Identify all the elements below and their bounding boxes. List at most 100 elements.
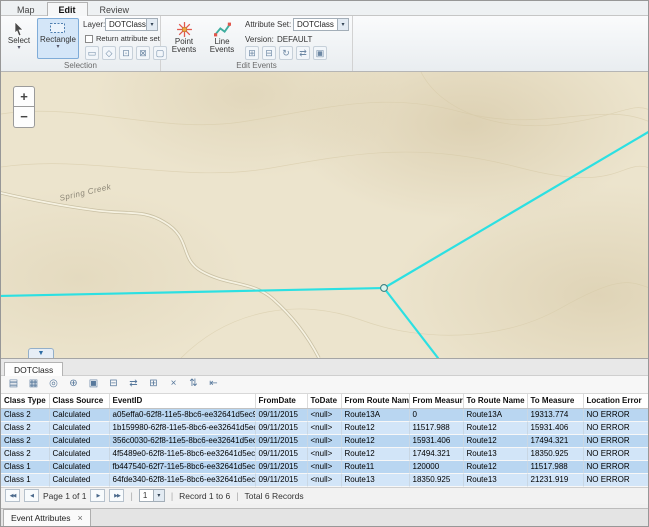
table-cell[interactable]: Calculated — [49, 447, 109, 460]
table-cell[interactable]: fb447540-62f7-11e5-8bc6-ee32641d5ec9 — [109, 460, 255, 473]
zoom-to-selected-icon[interactable]: ◎ — [46, 377, 61, 392]
table-cell[interactable]: Route12 — [463, 460, 527, 473]
page-size-dropdown[interactable]: 1 ▾ — [139, 489, 165, 502]
tab-review[interactable]: Review — [88, 2, 142, 16]
table-cell[interactable]: Route12 — [341, 434, 409, 447]
point-events-button[interactable]: Point Events — [166, 18, 202, 59]
table-cell[interactable]: Route12 — [341, 447, 409, 460]
column-header-to-route-name[interactable]: To Route Name — [463, 394, 527, 408]
table-cell[interactable]: 17494.321 — [527, 434, 583, 447]
column-header-fromdate[interactable]: FromDate — [255, 394, 307, 408]
table-cell[interactable]: 0 — [409, 408, 463, 421]
table-cell[interactable]: Route13A — [341, 408, 409, 421]
table-cell[interactable]: 18350.925 — [409, 473, 463, 486]
refresh-events-icon[interactable]: ↻ — [279, 46, 293, 60]
column-header-location-error[interactable]: Location Error — [583, 394, 649, 408]
table-cell[interactable]: Route12 — [463, 434, 527, 447]
table-cell[interactable]: NO ERROR — [583, 408, 649, 421]
route-line-south[interactable] — [384, 288, 438, 358]
table-cell[interactable]: Class 2 — [1, 447, 49, 460]
table-cell[interactable]: NO ERROR — [583, 460, 649, 473]
table-cell[interactable]: 4f5489e0-62f8-11e5-8bc6-ee32641d5ec9 — [109, 447, 255, 460]
column-header-to-measure[interactable]: To Measure — [527, 394, 583, 408]
route-junction-vertex[interactable] — [381, 285, 388, 292]
tab-edit[interactable]: Edit — [47, 2, 88, 16]
table-cell[interactable]: 15931.406 — [409, 434, 463, 447]
table-cell[interactable]: Route11 — [341, 460, 409, 473]
edit-record-icon[interactable]: ⊞ — [146, 377, 161, 392]
attribute-set-menu-icon[interactable]: ▤ — [6, 377, 21, 392]
save-edits-icon[interactable]: ▣ — [86, 377, 101, 392]
sort-records-icon[interactable]: ⇅ — [186, 377, 201, 392]
transfer-events-icon[interactable]: ⇄ — [296, 46, 310, 60]
fit-columns-icon[interactable]: ⇤ — [206, 377, 221, 392]
table-cell[interactable]: Calculated — [49, 434, 109, 447]
zoom-out-button[interactable]: − — [13, 107, 35, 128]
return-attribute-set-checkbox[interactable] — [85, 35, 93, 43]
table-cell[interactable]: Class 2 — [1, 434, 49, 447]
table-cell[interactable]: <null> — [307, 434, 341, 447]
table-cell[interactable]: 09/11/2015 — [255, 421, 307, 434]
table-cell[interactable]: 09/11/2015 — [255, 473, 307, 486]
route-line-northeast[interactable] — [384, 131, 649, 288]
table-cell[interactable]: 11517.988 — [527, 460, 583, 473]
layer-dropdown[interactable]: DOTClass ▾ — [105, 18, 158, 31]
table-cell[interactable]: 21231.919 — [527, 473, 583, 486]
table-cell[interactable]: 64fde340-62f8-11e5-8bc6-ee32641d5ec9 — [109, 473, 255, 486]
column-header-from-route-name[interactable]: From Route Name — [341, 394, 409, 408]
select-by-attributes-icon[interactable]: ⊡ — [119, 46, 133, 60]
table-cell[interactable]: 356c0030-62f8-11e5-8bc6-ee32641d5ec9 — [109, 434, 255, 447]
table-cell[interactable]: Route12 — [341, 421, 409, 434]
table-cell[interactable]: 19313.774 — [527, 408, 583, 421]
tab-map[interactable]: Map — [5, 2, 47, 16]
select-button[interactable]: Select ▾ — [3, 18, 35, 59]
rectangle-select-button[interactable]: Rectangle ▾ — [37, 18, 79, 59]
collapse-panel-button[interactable]: ▼ — [28, 348, 54, 358]
table-row[interactable]: Class 2Calculateda05effa0-62f8-11e5-8bc6… — [1, 408, 649, 421]
select-polygon-icon[interactable]: ◇ — [102, 46, 116, 60]
table-cell[interactable]: Class 1 — [1, 460, 49, 473]
map-canvas[interactable]: Spring Creek + − ▼ — [1, 72, 649, 358]
table-row[interactable]: Class 2Calculated356c0030-62f8-11e5-8bc6… — [1, 434, 649, 447]
table-cell[interactable]: 120000 — [409, 460, 463, 473]
first-page-button[interactable]: ◀◀ — [5, 489, 20, 502]
table-row[interactable]: Class 1Calculatedfb447540-62f7-11e5-8bc6… — [1, 460, 649, 473]
previous-page-button[interactable]: ◀ — [24, 489, 39, 502]
table-cell[interactable]: 09/11/2015 — [255, 434, 307, 447]
close-icon[interactable]: × — [78, 514, 83, 522]
table-cell[interactable]: 09/11/2015 — [255, 460, 307, 473]
table-cell[interactable]: Calculated — [49, 473, 109, 486]
pan-to-selected-icon[interactable]: ⊕ — [66, 377, 81, 392]
select-rectangle-icon[interactable]: ▭ — [85, 46, 99, 60]
table-cell[interactable]: Route12 — [463, 421, 527, 434]
table-cell[interactable]: 1b159980-62f8-11e5-8bc6-ee32641d5ec9 — [109, 421, 255, 434]
table-cell[interactable]: Route13A — [463, 408, 527, 421]
table-cell[interactable]: <null> — [307, 421, 341, 434]
table-cell[interactable]: NO ERROR — [583, 473, 649, 486]
clear-selection-icon[interactable]: ⊟ — [106, 377, 121, 392]
table-cell[interactable]: <null> — [307, 473, 341, 486]
table-cell[interactable]: a05effa0-62f8-11e5-8bc6-ee32641d5ec9 — [109, 408, 255, 421]
route-line-west[interactable] — [1, 288, 384, 296]
column-header-todate[interactable]: ToDate — [307, 394, 341, 408]
remove-event-icon[interactable]: ⊟ — [262, 46, 276, 60]
column-header-class-type[interactable]: Class Type — [1, 394, 49, 408]
table-cell[interactable]: 11517.988 — [409, 421, 463, 434]
table-cell[interactable]: Route13 — [463, 447, 527, 460]
table-row[interactable]: Class 2Calculated4f5489e0-62f8-11e5-8bc6… — [1, 447, 649, 460]
show-all-records-icon[interactable]: ▦ — [26, 377, 41, 392]
zoom-in-button[interactable]: + — [13, 86, 35, 107]
add-event-icon[interactable]: ⊞ — [245, 46, 259, 60]
column-header-class-source[interactable]: Class Source — [49, 394, 109, 408]
line-events-button[interactable]: Line Events — [204, 18, 240, 59]
table-row[interactable]: Class 1Calculated64fde340-62f8-11e5-8bc6… — [1, 473, 649, 486]
table-cell[interactable]: NO ERROR — [583, 434, 649, 447]
tab-dotclass[interactable]: DOTClass — [4, 362, 63, 376]
table-row[interactable]: Class 2Calculated1b159980-62f8-11e5-8bc6… — [1, 421, 649, 434]
table-cell[interactable]: Calculated — [49, 421, 109, 434]
next-page-button[interactable]: ▶ — [90, 489, 105, 502]
save-events-icon[interactable]: ▣ — [313, 46, 327, 60]
delete-record-icon[interactable]: × — [166, 377, 181, 392]
table-cell[interactable]: NO ERROR — [583, 421, 649, 434]
table-cell[interactable]: Calculated — [49, 408, 109, 421]
